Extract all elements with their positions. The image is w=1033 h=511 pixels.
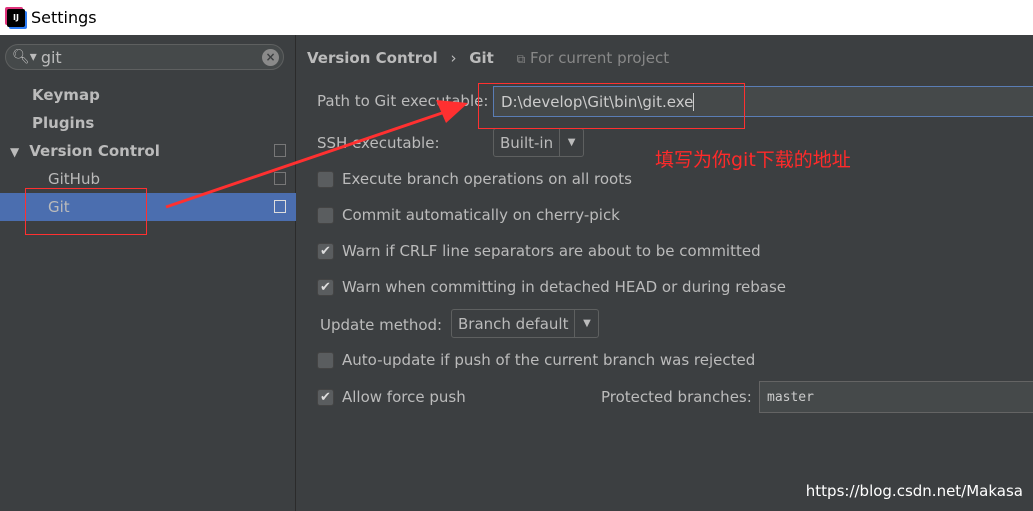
annotation-note: 填写为你git下载的地址 — [655, 149, 851, 171]
annotation-arrow — [165, 100, 468, 209]
watermark: https://blog.csdn.net/Makasa — [805, 482, 1023, 500]
